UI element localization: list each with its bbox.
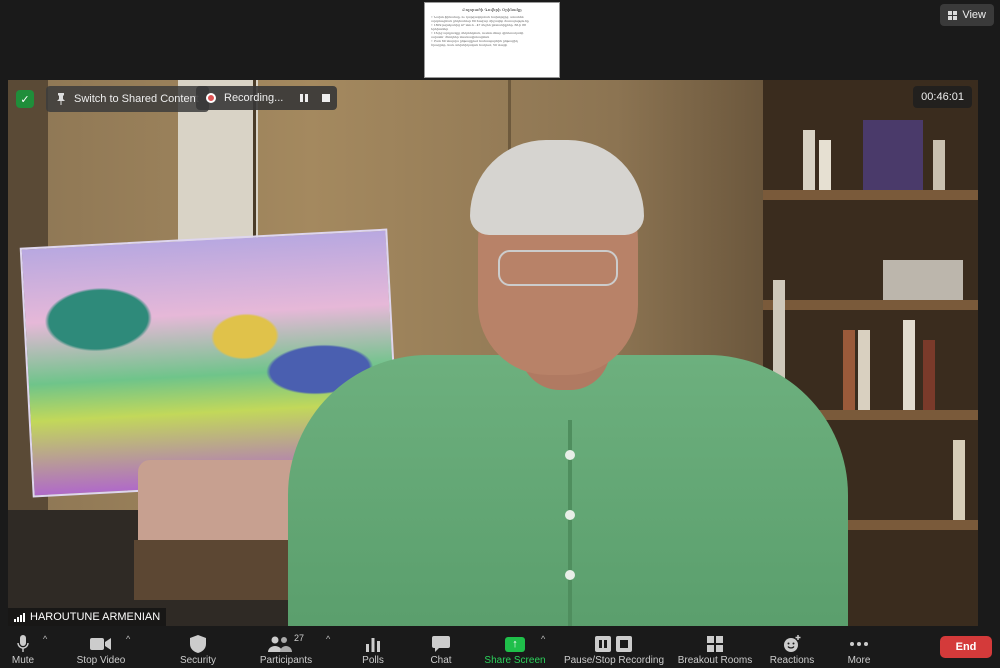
stop-video-button[interactable]: Stop Video	[72, 626, 130, 668]
book	[933, 140, 945, 190]
ellipsis-icon	[850, 633, 868, 655]
view-button-label: View	[962, 9, 986, 21]
white-hair	[470, 140, 644, 235]
recording-status: Recording...	[196, 92, 293, 104]
grid-four-icon	[707, 633, 723, 655]
participant-speaker	[288, 120, 848, 626]
shirt-button	[565, 570, 575, 580]
smiley-plus-icon	[783, 633, 801, 655]
share-screen-button[interactable]: ↑ Share Screen	[482, 626, 548, 668]
pin-icon	[57, 93, 65, 105]
chat-label: Chat	[430, 655, 452, 666]
security-button[interactable]: Security	[176, 626, 220, 668]
zoom-meeting-window: Բոլորածի Գովերի Օրինակը • Նախո ֆինանսը, …	[0, 0, 1000, 668]
active-speaker-video[interactable]: ✓ Switch to Shared Content Recording...	[8, 80, 978, 626]
pause-stop-icon	[595, 633, 633, 655]
participant-name-tag: HAROUTUNE ARMENIAN	[8, 608, 167, 626]
video-options-caret-icon[interactable]: ^	[126, 634, 130, 644]
framed-picture	[863, 120, 923, 190]
book	[903, 320, 915, 410]
pause-recording-button[interactable]	[293, 86, 315, 110]
chat-bubble-icon	[432, 633, 450, 655]
participants-button[interactable]: 27 Participants	[256, 626, 316, 668]
polls-label: Polls	[362, 655, 384, 666]
bar-chart-icon	[365, 633, 381, 655]
reactions-button[interactable]: Reactions	[768, 626, 816, 668]
participants-count: 27	[293, 633, 304, 643]
signal-strength-icon	[14, 612, 25, 622]
breakout-rooms-button[interactable]: Breakout Rooms	[676, 626, 754, 668]
participants-options-caret-icon[interactable]: ^	[326, 634, 330, 644]
microphone-icon	[17, 633, 29, 655]
view-button[interactable]: View	[940, 4, 994, 26]
mute-options-caret-icon[interactable]: ^	[43, 634, 47, 644]
stop-icon	[322, 94, 331, 102]
chat-button[interactable]: Chat	[426, 626, 456, 668]
people-icon: 27	[267, 633, 304, 655]
recording-indicator: Recording...	[196, 86, 338, 110]
book	[883, 260, 963, 300]
mute-button[interactable]: Mute	[8, 626, 38, 668]
reactions-label: Reactions	[769, 655, 815, 666]
book	[858, 330, 870, 410]
shirt-button	[565, 510, 575, 520]
meeting-timer: 00:46:01	[913, 86, 972, 108]
thumbnail-title: Բոլորածի Գովերի Օրինակը	[462, 7, 522, 12]
book	[953, 440, 965, 520]
pause-stop-recording-label: Pause/Stop Recording	[563, 655, 665, 666]
security-label: Security	[179, 655, 217, 666]
recording-label: Recording...	[224, 92, 284, 104]
more-label: More	[847, 655, 871, 666]
more-button[interactable]: More	[844, 626, 874, 668]
share-arrow-icon: ↑	[505, 633, 525, 655]
stop-recording-button[interactable]	[315, 86, 337, 110]
eyeglasses	[498, 250, 618, 286]
shield-icon	[190, 633, 206, 655]
participant-name: HAROUTUNE ARMENIAN	[30, 611, 161, 623]
shirt-button	[565, 450, 575, 460]
shield-check-icon[interactable]: ✓	[16, 90, 34, 108]
breakout-rooms-label: Breakout Rooms	[677, 655, 753, 666]
share-options-caret-icon[interactable]: ^	[541, 634, 545, 644]
camera-icon	[90, 633, 112, 655]
grid-icon	[948, 10, 958, 20]
thumbnail-line: ծրագրեր, նաև տեխնիկական հակում, 50 տարի	[431, 43, 508, 47]
meeting-toolbar: Mute ^ Stop Video ^ Security 27 Particip…	[0, 626, 1000, 668]
pause-icon	[300, 94, 309, 102]
share-screen-label: Share Screen	[484, 655, 546, 666]
recording-dot-icon	[206, 93, 216, 103]
switch-to-shared-content-button[interactable]: Switch to Shared Content	[46, 86, 209, 112]
end-meeting-button[interactable]: End	[940, 636, 992, 658]
book	[923, 340, 935, 410]
polls-button[interactable]: Polls	[358, 626, 388, 668]
participants-label: Participants	[259, 655, 313, 666]
basket	[134, 540, 314, 600]
pause-stop-recording-button[interactable]: Pause/Stop Recording	[562, 626, 666, 668]
stop-video-label: Stop Video	[76, 655, 126, 666]
mute-label: Mute	[11, 655, 35, 666]
shared-content-thumbnail[interactable]: Բոլորածի Գովերի Օրինակը • Նախո ֆինանսը, …	[424, 2, 560, 78]
switch-to-shared-content-label: Switch to Shared Content	[74, 93, 199, 105]
